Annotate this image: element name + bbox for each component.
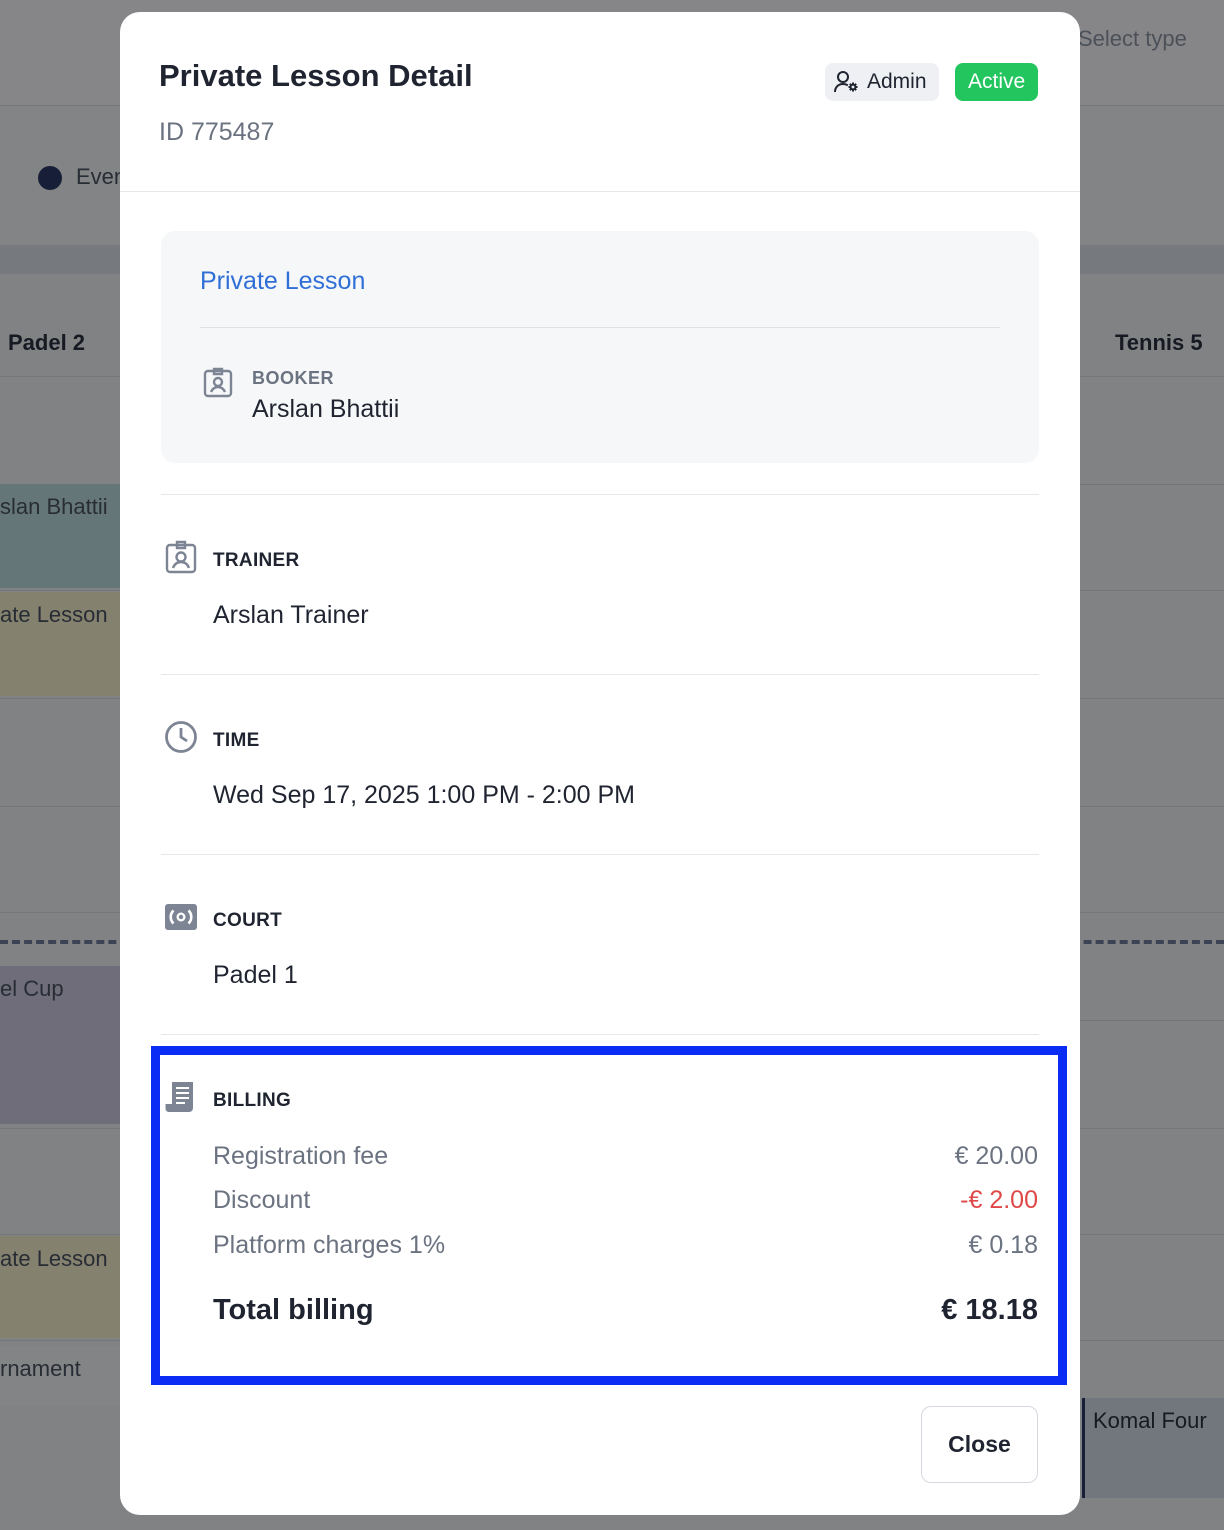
role-badge-label: Admin xyxy=(867,70,927,93)
divider xyxy=(200,327,1000,328)
court-section: COURT Padel 1 xyxy=(161,854,1039,1034)
id-badge-icon xyxy=(203,367,233,398)
lesson-type: Private Lesson xyxy=(200,267,366,295)
clock-icon xyxy=(165,721,197,753)
trainer-label: TRAINER xyxy=(213,550,300,571)
lesson-summary-card: Private Lesson BOOKER Arslan Bhattii xyxy=(161,231,1039,463)
trainer-section: TRAINER Arslan Trainer xyxy=(161,494,1039,674)
time-section: TIME Wed Sep 17, 2025 1:00 PM - 2:00 PM xyxy=(161,674,1039,854)
booker-name: Arslan Bhattii xyxy=(252,395,400,423)
time-value: Wed Sep 17, 2025 1:00 PM - 2:00 PM xyxy=(213,781,636,809)
billing-highlight-box xyxy=(151,1046,1067,1385)
booker-label: BOOKER xyxy=(252,368,335,388)
court-icon xyxy=(165,904,197,930)
trainer-name: Arslan Trainer xyxy=(213,601,369,629)
modal-header: Private Lesson Detail ID 775487 Admin Ac… xyxy=(120,12,1080,192)
court-value: Padel 1 xyxy=(213,961,298,989)
close-button[interactable]: Close xyxy=(921,1406,1038,1483)
booking-id: ID 775487 xyxy=(159,118,275,146)
user-gear-icon xyxy=(834,71,858,93)
status-badge: Active xyxy=(955,63,1039,101)
modal-title: Private Lesson Detail xyxy=(159,58,473,93)
role-badge: Admin xyxy=(825,63,939,101)
lesson-detail-modal: Private Lesson Detail ID 775487 Admin Ac… xyxy=(120,12,1080,1515)
id-badge-icon xyxy=(165,540,197,574)
court-label: COURT xyxy=(213,910,283,931)
time-label: TIME xyxy=(213,730,260,751)
